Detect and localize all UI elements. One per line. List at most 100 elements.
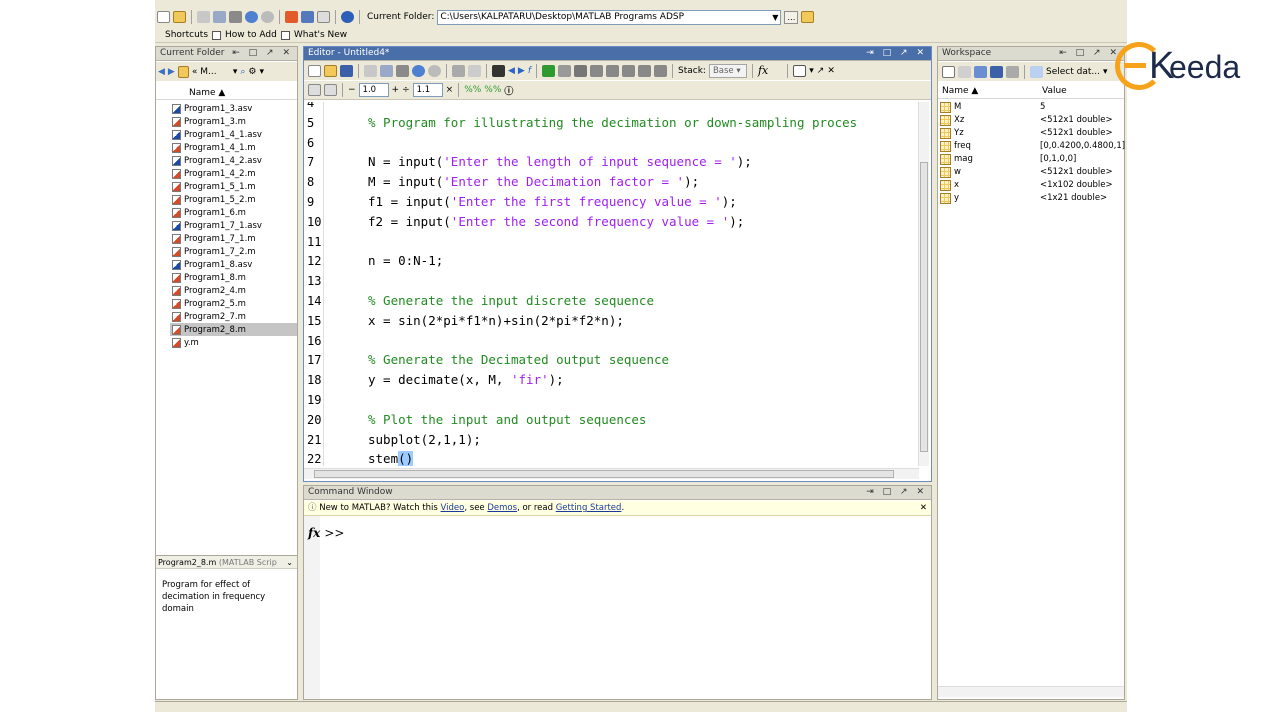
chevron-down-icon[interactable]: ▼ <box>772 11 778 24</box>
folder-icon[interactable] <box>177 65 189 78</box>
guide-icon[interactable] <box>301 11 314 23</box>
function-browser-icon[interactable]: f <box>528 66 531 76</box>
file-list-item[interactable]: Program1_7_1.m <box>170 232 297 245</box>
fx-icon[interactable]: fx <box>758 64 768 77</box>
find-icon[interactable] <box>492 64 505 77</box>
layout-icon[interactable] <box>793 64 807 77</box>
browse-folder-button[interactable]: … <box>784 10 799 24</box>
file-list-item[interactable]: Program1_3.asv <box>170 102 297 115</box>
how-to-add-link[interactable]: How to Add <box>225 30 277 40</box>
panel-window-controls[interactable]: ⇤ □ ↗ ✕ <box>1059 47 1120 60</box>
scrollbar-thumb[interactable] <box>920 162 928 452</box>
whats-new-link[interactable]: What's New <box>294 30 347 40</box>
file-list-item[interactable]: Program1_5_1.m <box>170 180 297 193</box>
clear-breakpoints-icon[interactable] <box>574 64 588 77</box>
ws-value-header[interactable]: Value <box>1042 85 1067 98</box>
open-variable-icon[interactable] <box>958 65 971 78</box>
step-out-icon[interactable] <box>622 64 636 77</box>
cell-info-icon[interactable]: ⓘ <box>504 84 513 97</box>
file-list-item[interactable]: Program2_7.m <box>170 310 297 323</box>
file-list-item[interactable]: Program1_4_2.m <box>170 167 297 180</box>
forward-arrow-icon[interactable]: ▶ <box>168 67 175 77</box>
step-in-icon[interactable] <box>606 64 620 77</box>
back-arrow-icon[interactable]: ◀ <box>158 67 165 77</box>
close-icon[interactable]: ✕ <box>827 66 835 76</box>
file-list-item[interactable]: Program1_4_1.m <box>170 141 297 154</box>
file-list-item[interactable]: Program1_8.asv <box>170 258 297 271</box>
file-list-item[interactable]: Program2_4.m <box>170 284 297 297</box>
stack-select[interactable]: Base ▾ <box>708 63 747 78</box>
chevron-down-icon[interactable]: ▾ <box>260 67 265 77</box>
continue-icon[interactable] <box>638 64 652 77</box>
forward-arrow-icon[interactable]: ▶ <box>518 66 525 76</box>
search-icon[interactable]: ⌕ <box>240 67 245 77</box>
editor-vertical-scrollbar[interactable] <box>918 102 929 466</box>
open-folder-icon[interactable] <box>324 64 337 77</box>
file-list-item[interactable]: Program1_4_2.asv <box>170 154 297 167</box>
name-column-header[interactable]: Name ▲ <box>156 87 297 100</box>
close-icon[interactable]: ✕ <box>920 501 927 515</box>
new-variable-icon[interactable] <box>942 65 955 78</box>
file-list-item[interactable]: y.m <box>170 336 297 349</box>
file-list-item[interactable]: Program1_7_1.asv <box>170 219 297 232</box>
new-file-icon[interactable] <box>308 64 321 77</box>
workspace-variable-row[interactable]: Yz <512x1 double> <box>938 127 1124 140</box>
back-arrow-icon[interactable]: ◀ <box>508 66 515 76</box>
open-folder-icon[interactable] <box>173 11 186 23</box>
copy-icon[interactable] <box>213 11 226 23</box>
code-tools-icon[interactable] <box>468 64 481 77</box>
workspace-variable-row[interactable]: freq [0,0.4200,0.4800,1] <box>938 140 1125 153</box>
file-list-item[interactable]: Program1_3.m <box>170 115 297 128</box>
panel-window-controls[interactable]: ⇤ □ ↗ ✕ <box>232 47 293 60</box>
video-link[interactable]: Video <box>441 503 465 513</box>
file-list-item[interactable]: Program1_6.m <box>170 206 297 219</box>
cut-icon[interactable] <box>197 11 210 23</box>
getting-started-link[interactable]: Getting Started <box>556 503 622 513</box>
code-editor[interactable]: 4 5 % Program for illustrating the decimat… <box>304 102 919 466</box>
decrement-icon[interactable]: − <box>348 85 356 95</box>
workspace-variable-row[interactable]: w <512x1 double> <box>938 166 1124 179</box>
print-icon[interactable] <box>452 64 465 77</box>
copy-icon[interactable] <box>380 64 393 77</box>
help-icon[interactable] <box>341 11 354 23</box>
exit-debug-icon[interactable] <box>654 64 668 77</box>
command-prompt[interactable]: fx >> <box>308 526 344 540</box>
workspace-variable-row[interactable]: x <1x102 double> <box>938 179 1124 192</box>
cell-value-b-input[interactable]: 1.1 <box>412 83 443 97</box>
workspace-variable-row[interactable]: y <1x21 double> <box>938 192 1124 205</box>
fx-icon[interactable]: fx <box>308 526 320 540</box>
undock-icon[interactable]: ↗ <box>817 66 825 76</box>
chevron-down-icon[interactable]: ▾ <box>1103 67 1108 77</box>
cell-mode-icon[interactable] <box>308 84 321 96</box>
print-icon[interactable] <box>1006 65 1019 78</box>
demos-link[interactable]: Demos <box>487 503 517 513</box>
panel-window-controls[interactable]: ⇥ □ ↗ ✕ <box>866 486 927 499</box>
cell-run-icon[interactable]: %% <box>464 85 481 95</box>
paste-icon[interactable] <box>229 11 242 23</box>
import-data-icon[interactable] <box>974 65 987 78</box>
new-file-icon[interactable] <box>157 11 170 23</box>
divide-icon[interactable]: ÷ <box>402 85 410 95</box>
workspace-horizontal-scrollbar[interactable] <box>938 686 1124 697</box>
paste-icon[interactable] <box>396 64 409 77</box>
profiler-icon[interactable] <box>317 11 330 23</box>
save-workspace-icon[interactable] <box>990 65 1003 78</box>
chevron-down-icon[interactable]: ▾ <box>233 67 238 77</box>
file-detail-title[interactable]: Program2_8.m (MATLAB Scrip ⌄ <box>156 555 297 569</box>
simulink-icon[interactable] <box>285 11 298 23</box>
file-list-item[interactable]: Program1_7_2.m <box>170 245 297 258</box>
shortcuts-label[interactable]: Shortcuts <box>165 30 208 40</box>
workspace-variable-row[interactable]: Xz <512x1 double> <box>938 114 1124 127</box>
chevron-down-icon[interactable]: ⌄ <box>286 556 293 568</box>
gear-icon[interactable]: ⚙ <box>248 67 256 77</box>
step-icon[interactable] <box>590 64 604 77</box>
undo-icon[interactable] <box>412 64 425 77</box>
chevron-down-icon[interactable]: ▾ <box>809 66 814 76</box>
panel-window-controls[interactable]: ⇥ □ ↗ ✕ <box>866 47 927 60</box>
cell-value-a-input[interactable]: 1.0 <box>358 83 389 97</box>
editor-horizontal-scrollbar[interactable] <box>304 468 919 479</box>
file-list-item[interactable]: Program1_8.m <box>170 271 297 284</box>
cell-run-advance-icon[interactable]: %% <box>484 85 501 95</box>
scrollbar-thumb[interactable] <box>314 470 894 478</box>
current-folder-path-input[interactable]: C:\Users\KALPATARU\Desktop\MATLAB Progra… <box>437 9 782 25</box>
